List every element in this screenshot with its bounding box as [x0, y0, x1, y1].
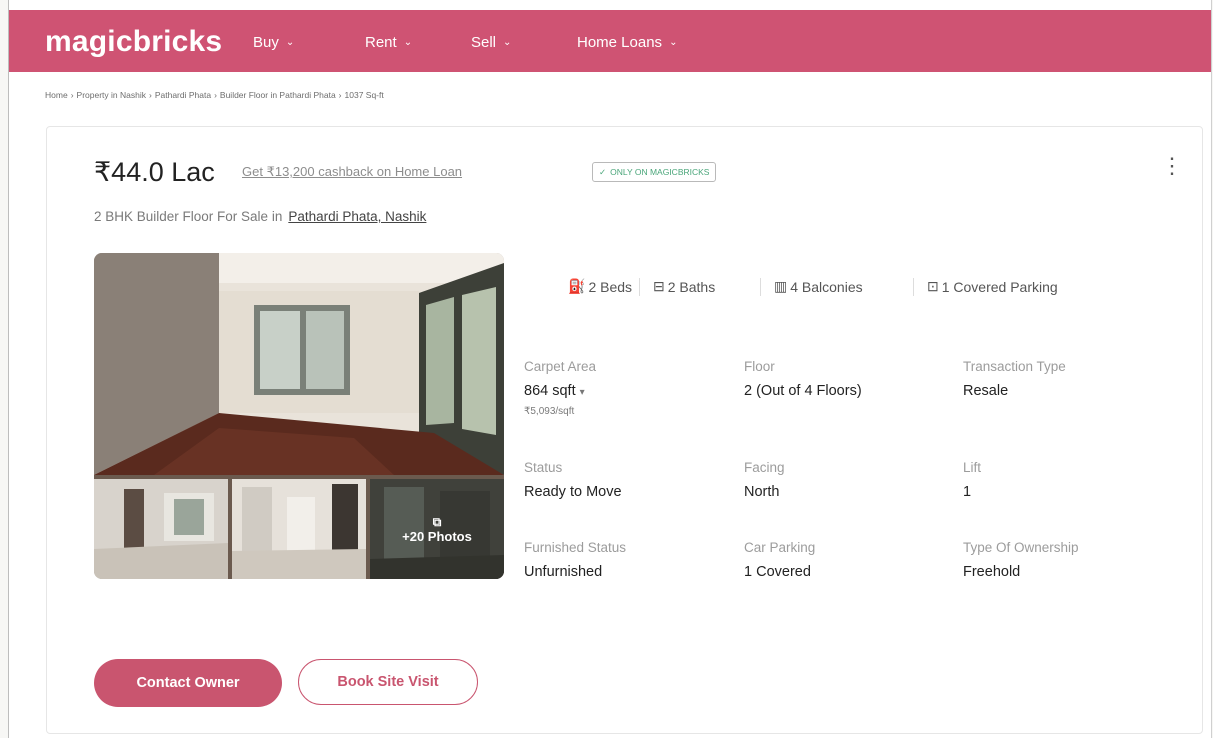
- cashback-link[interactable]: Get ₹13,200 cashback on Home Loan: [242, 164, 462, 180]
- photos-icon: ⧉: [432, 514, 442, 529]
- breadcrumb: Home › Property in Nashik › Pathardi Phata › B…: [45, 90, 384, 100]
- breadcrumb-city[interactable]: Property in Nashik: [77, 90, 146, 100]
- property-type: 2 BHK Builder Floor For Sale in: [94, 209, 283, 224]
- detail-label-ownership: Type Of Ownership: [963, 540, 1079, 555]
- info-icon: ▾: [579, 387, 585, 398]
- detail-value-carpet-area[interactable]: 864 sqft ▾: [524, 383, 585, 399]
- balcony-icon: ▥: [774, 278, 788, 294]
- badge-label: ONLY ON MAGICBRICKS: [610, 167, 710, 177]
- exclusive-badge: ✓ ONLY ON MAGICBRICKS: [592, 162, 717, 182]
- chevron-down-icon: ⌄: [503, 37, 512, 48]
- amenity-balconies-label: 4 Balconies: [790, 278, 863, 295]
- nav-buy[interactable]: Buy ⌄: [253, 34, 294, 51]
- thumbnail-1[interactable]: [94, 479, 228, 579]
- breadcrumb-current: 1037 Sq-ft: [344, 90, 384, 100]
- book-site-visit-button[interactable]: Book Site Visit: [298, 659, 478, 705]
- detail-value-car-parking: 1 Covered: [744, 564, 811, 580]
- amenity-beds: ⛽ 2 Beds: [568, 278, 632, 295]
- breadcrumb-home[interactable]: Home: [45, 90, 68, 100]
- detail-label-floor: Floor: [744, 359, 775, 374]
- amenity-baths: ⊟ 2 Baths: [653, 278, 715, 295]
- detail-label-lift: Lift: [963, 460, 982, 475]
- main-photo[interactable]: [94, 253, 504, 475]
- price: ₹44.0 Lac: [94, 157, 215, 187]
- nav-buy-label: Buy: [253, 34, 279, 51]
- page: magicbricks Buy ⌄ Rent ⌄ Sell ⌄ Home Loans ⌄…: [8, 0, 1212, 738]
- more-options-icon[interactable]: ⋮: [1161, 155, 1183, 177]
- detail-value-floor: 2 (Out of 4 Floors): [744, 383, 862, 399]
- detail-value-furnished: Unfurnished: [524, 564, 603, 580]
- photo-count-label: +20 Photos: [402, 528, 472, 544]
- detail-value-status: Ready to Move: [524, 484, 622, 500]
- detail-price-per-sqft: ₹5,093/sqft: [524, 406, 575, 417]
- amenity-parking-label: 1 Covered Parking: [941, 278, 1058, 295]
- property-subtitle: 2 BHK Builder Floor For Sale in Pathardi …: [94, 209, 426, 224]
- nav-rent-label: Rent: [365, 34, 397, 51]
- photo-gallery[interactable]: ⧉ +20 Photos: [94, 253, 504, 579]
- site-header: magicbricks Buy ⌄ Rent ⌄ Sell ⌄ Home Loans ⌄: [9, 10, 1211, 72]
- magicbricks-logo[interactable]: magicbricks: [45, 25, 222, 59]
- check-icon: ✓: [599, 166, 607, 177]
- property-card: ₹44.0 Lac Get ₹13,200 cashback on Home L…: [46, 126, 1203, 734]
- photo-count-overlay[interactable]: ⧉ +20 Photos: [370, 479, 504, 579]
- bath-icon: ⊟: [653, 278, 665, 294]
- nav-home-loans[interactable]: Home Loans ⌄: [577, 34, 677, 51]
- detail-value-lift: 1: [963, 484, 972, 500]
- chevron-down-icon: ⌄: [285, 37, 295, 48]
- amenity-parking: ⊡ 1 Covered Parking: [927, 278, 1058, 295]
- detail-label-furnished: Furnished Status: [524, 540, 627, 555]
- amenity-baths-label: 2 Baths: [667, 278, 716, 295]
- car-icon: ⊡: [927, 278, 939, 294]
- breadcrumb-locality[interactable]: Pathardi Phata: [155, 90, 211, 100]
- location-link[interactable]: Pathardi Phata, Nashik: [288, 209, 426, 224]
- detail-value-ownership: Freehold: [963, 564, 1021, 580]
- amenity-beds-label: 2 Beds: [588, 278, 633, 295]
- thumbnail-2[interactable]: [232, 479, 366, 579]
- contact-owner-button[interactable]: Contact Owner: [94, 659, 282, 707]
- detail-label-facing: Facing: [744, 460, 785, 475]
- breadcrumb-category[interactable]: Builder Floor in Pathardi Phata: [220, 90, 336, 100]
- detail-label-carpet-area: Carpet Area: [524, 359, 597, 374]
- nav-home-loans-label: Home Loans: [577, 34, 663, 51]
- detail-value-facing: North: [744, 484, 780, 500]
- nav-sell[interactable]: Sell ⌄: [471, 34, 511, 51]
- detail-value-transaction: Resale: [963, 383, 1009, 399]
- nav-sell-label: Sell: [471, 34, 497, 51]
- chevron-down-icon: ⌄: [403, 37, 413, 48]
- amenity-balconies: ▥ 4 Balconies: [774, 278, 863, 295]
- chevron-down-icon: ⌄: [669, 37, 678, 48]
- detail-label-car-parking: Car Parking: [744, 540, 816, 555]
- detail-label-status: Status: [524, 460, 563, 475]
- bed-icon: ⛽: [568, 278, 586, 294]
- detail-label-transaction: Transaction Type: [963, 359, 1066, 374]
- nav-rent[interactable]: Rent ⌄: [365, 34, 412, 51]
